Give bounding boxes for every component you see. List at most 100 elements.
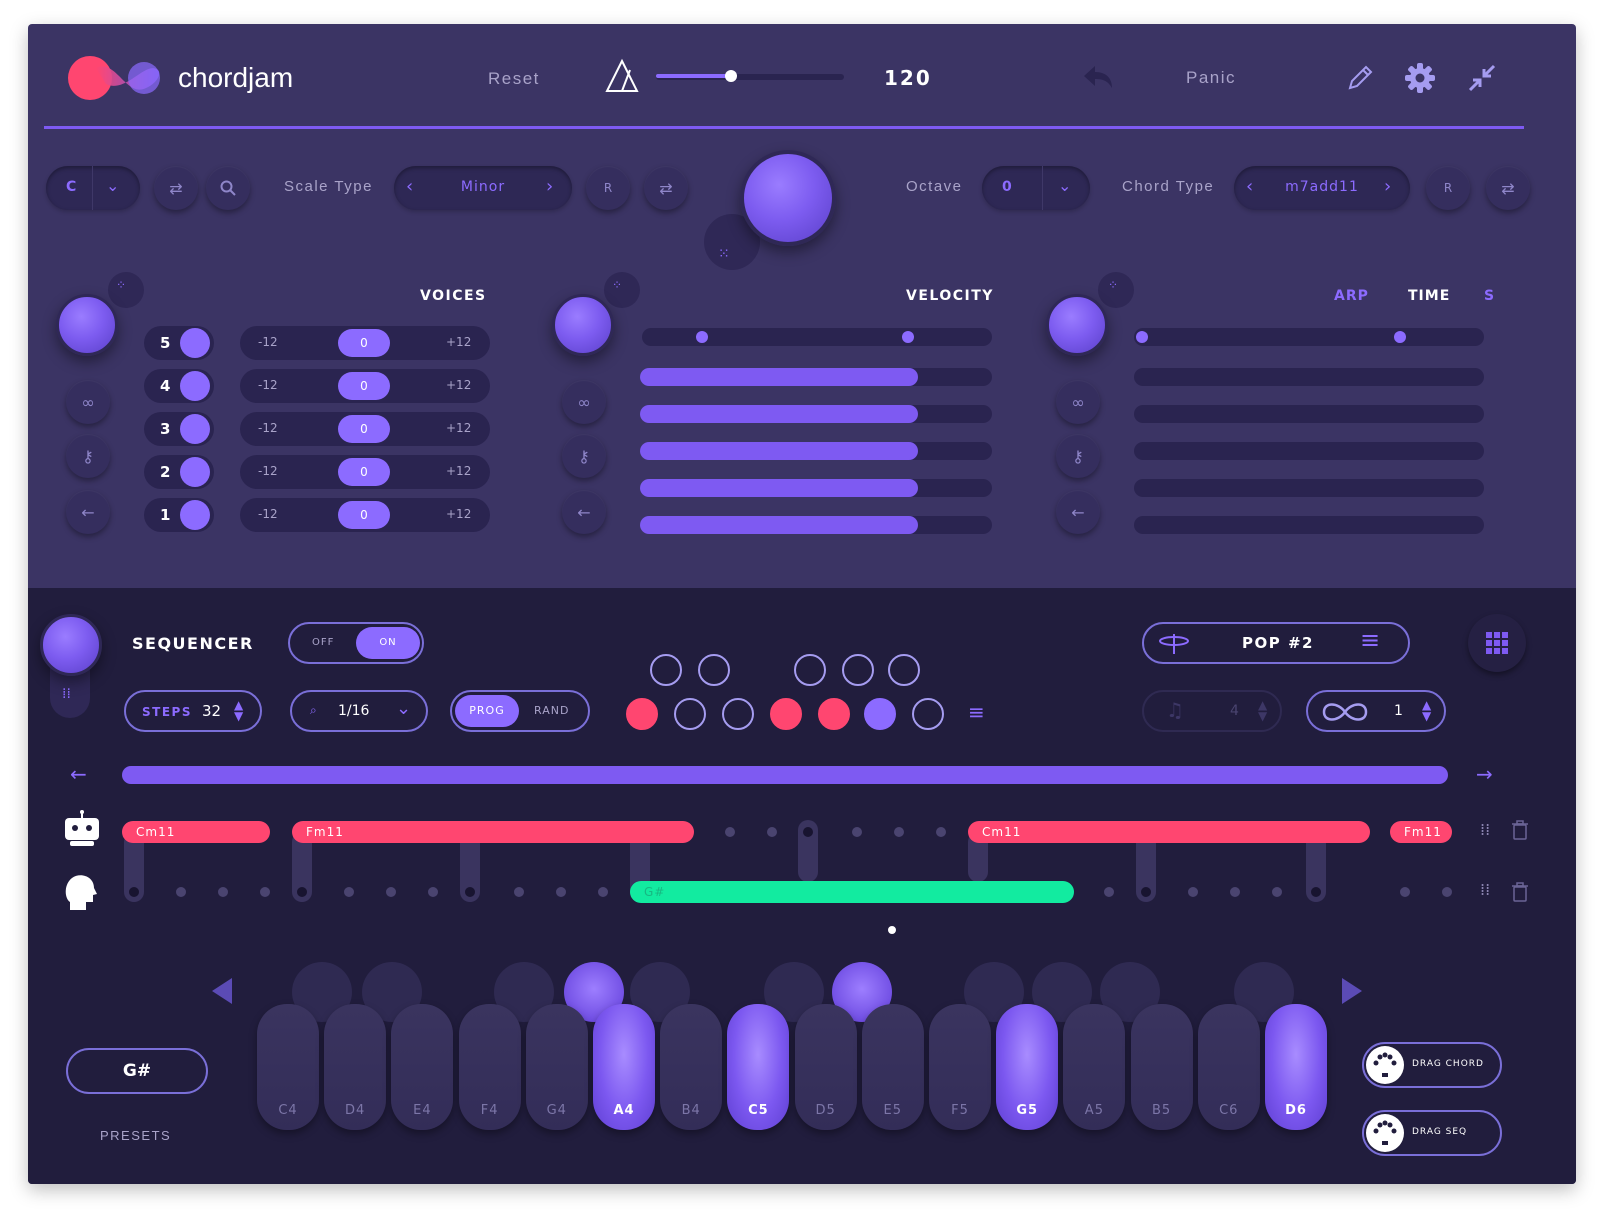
- voice-transpose-value[interactable]: 0: [338, 372, 390, 400]
- voice-transpose-value[interactable]: 0: [338, 501, 390, 529]
- step-dot[interactable]: [514, 887, 524, 897]
- voice-toggle[interactable]: 5: [144, 326, 214, 360]
- steps-stepper[interactable]: STEPS 32 ▲ ▼: [124, 690, 262, 732]
- voice-toggle[interactable]: 4: [144, 369, 214, 403]
- updown-icon[interactable]: ▲ ▼: [1422, 699, 1431, 722]
- voice-transpose[interactable]: -12 0 +12: [240, 369, 490, 403]
- voice-toggle[interactable]: 2: [144, 455, 214, 489]
- voice-knob[interactable]: [180, 328, 210, 358]
- dots-icon[interactable]: ⁙: [718, 246, 730, 262]
- voice-knob[interactable]: [180, 371, 210, 401]
- velocity-key-button[interactable]: ⚷: [562, 434, 606, 478]
- voice-transpose[interactable]: -12 0 +12: [240, 412, 490, 446]
- tab-s[interactable]: S: [1484, 288, 1494, 304]
- pencil-icon[interactable]: [1344, 62, 1376, 94]
- chord-block[interactable]: Cm11: [122, 821, 270, 843]
- time-bar[interactable]: [1134, 442, 1484, 460]
- step-dot[interactable]: [1188, 887, 1198, 897]
- piano-key[interactable]: A5: [1063, 1004, 1126, 1130]
- voice-transpose[interactable]: -12 0 +12: [240, 455, 490, 489]
- piano-key[interactable]: E5: [861, 1004, 924, 1130]
- sequencer-off[interactable]: OFF: [312, 637, 334, 648]
- note-display[interactable]: G#: [66, 1048, 208, 1094]
- step-dot[interactable]: [767, 827, 777, 837]
- time-loop-button[interactable]: ∞: [1056, 380, 1100, 424]
- time-bar[interactable]: [1134, 405, 1484, 423]
- velocity-range-high-thumb[interactable]: [902, 331, 914, 343]
- step-dot[interactable]: [852, 827, 862, 837]
- scale-random-button[interactable]: R: [586, 166, 630, 210]
- collapse-icon[interactable]: [1466, 62, 1498, 94]
- voice-transpose-value[interactable]: 0: [338, 329, 390, 357]
- time-range-high-thumb[interactable]: [1394, 331, 1406, 343]
- chord-type-select[interactable]: ‹ m7add11 ›: [1234, 166, 1410, 210]
- chord-random-button[interactable]: R: [1426, 166, 1470, 210]
- pattern-step[interactable]: [888, 654, 920, 686]
- chord-block[interactable]: Cm11: [968, 821, 1370, 843]
- loop-stepper[interactable]: 1 ▲ ▼: [1306, 690, 1446, 732]
- step-dot[interactable]: [428, 887, 438, 897]
- tab-time[interactable]: TIME: [1408, 288, 1450, 304]
- voice-toggle[interactable]: 1: [144, 498, 214, 532]
- scroll-left-icon[interactable]: ←: [70, 762, 87, 786]
- voice-transpose[interactable]: -12 0 +12: [240, 326, 490, 360]
- time-bar[interactable]: [1134, 479, 1484, 497]
- voice-knob[interactable]: [180, 500, 210, 530]
- chevron-right-icon[interactable]: ›: [546, 176, 553, 197]
- pattern-step-active[interactable]: [770, 698, 802, 730]
- chord-block-green[interactable]: G#: [630, 881, 1074, 903]
- step-dot[interactable]: [556, 887, 566, 897]
- pattern-step[interactable]: [650, 654, 682, 686]
- velocity-bar[interactable]: [640, 368, 992, 386]
- pattern-step-active[interactable]: [626, 698, 658, 730]
- voice-knob[interactable]: [180, 457, 210, 487]
- piano-key[interactable]: D5: [794, 1004, 857, 1130]
- chevron-right-icon[interactable]: ›: [1384, 176, 1391, 197]
- piano-key[interactable]: C4: [257, 1004, 319, 1130]
- step-dot[interactable]: [1104, 887, 1114, 897]
- drag-handle-icon[interactable]: ⁞⁞: [1480, 820, 1490, 839]
- step-dot[interactable]: [260, 887, 270, 897]
- reset-button[interactable]: Reset: [488, 69, 540, 89]
- velocity-loop-button[interactable]: ∞: [562, 380, 606, 424]
- pattern-step[interactable]: [674, 698, 706, 730]
- tempo-slider-thumb[interactable]: [725, 70, 738, 82]
- grid-button[interactable]: [1468, 614, 1526, 672]
- trash-icon[interactable]: [1512, 820, 1528, 840]
- drag-chord-button[interactable]: DRAG CHORD: [1362, 1042, 1502, 1088]
- drag-seq-button[interactable]: DRAG SEQ: [1362, 1110, 1502, 1156]
- gear-icon[interactable]: [1404, 62, 1436, 94]
- piano-key[interactable]: C6: [1197, 1004, 1260, 1130]
- beats-stepper[interactable]: ♫ 4 ▲ ▼: [1142, 690, 1282, 732]
- step-dot[interactable]: [1230, 887, 1240, 897]
- piano-key-active[interactable]: C5: [727, 1004, 790, 1130]
- step-dot[interactable]: [894, 827, 904, 837]
- voices-back-button[interactable]: ←: [66, 490, 110, 534]
- velocity-range-low-thumb[interactable]: [696, 331, 708, 343]
- trash-icon[interactable]: [1512, 882, 1528, 902]
- velocity-range-track[interactable]: [642, 328, 992, 346]
- voices-orb[interactable]: [56, 294, 118, 356]
- voice-toggle[interactable]: 3: [144, 412, 214, 446]
- sequencer-orb[interactable]: [40, 614, 102, 676]
- step-dot[interactable]: [1400, 887, 1410, 897]
- updown-icon[interactable]: ▲ ▼: [1258, 699, 1267, 722]
- piano-key[interactable]: F4: [458, 1004, 521, 1130]
- voice-transpose-value[interactable]: 0: [338, 458, 390, 486]
- piano-key-active[interactable]: D6: [1265, 1004, 1327, 1130]
- mode-rand[interactable]: RAND: [534, 704, 569, 717]
- step-dot[interactable]: [725, 827, 735, 837]
- velocity-bar[interactable]: [640, 479, 992, 497]
- quantize-select[interactable]: ⌕ 1/16 ⌄: [290, 690, 428, 732]
- scale-swap-button[interactable]: ⇄: [644, 166, 688, 210]
- undo-icon[interactable]: [1082, 64, 1114, 92]
- voice-transpose[interactable]: -12 0 +12: [240, 498, 490, 532]
- time-orb[interactable]: [1046, 294, 1108, 356]
- piano-key-active[interactable]: G5: [996, 1004, 1059, 1130]
- pattern-step-active[interactable]: [818, 698, 850, 730]
- tempo-slider[interactable]: [656, 70, 844, 82]
- velocity-bar[interactable]: [640, 405, 992, 423]
- time-range-track[interactable]: [1134, 328, 1484, 346]
- step-dot[interactable]: [176, 887, 186, 897]
- pattern-step[interactable]: [794, 654, 826, 686]
